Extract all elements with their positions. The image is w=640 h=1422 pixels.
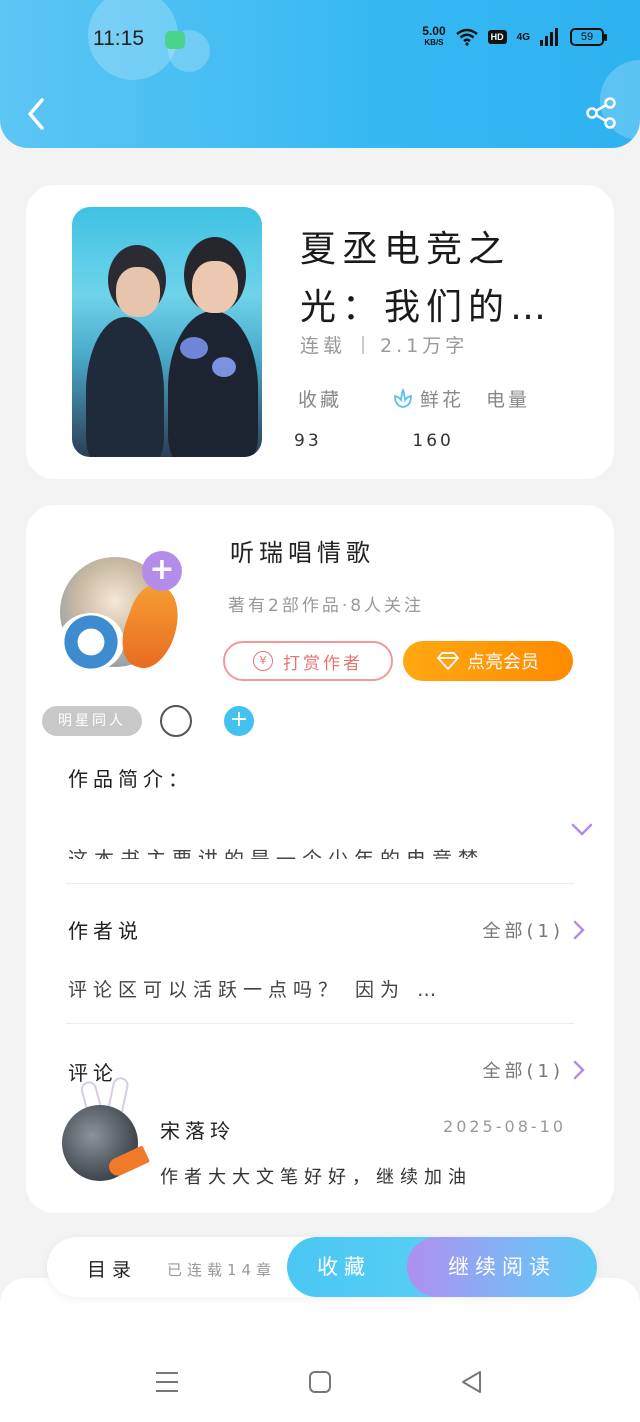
tag-chip[interactable]: 明星同人: [42, 706, 142, 736]
collect-stat-value: 93: [294, 431, 322, 451]
author-info: 著有2部作品·8人关注: [228, 596, 425, 616]
vip-button-label: 点亮会员: [467, 652, 539, 673]
intro-text: 这本书主要讲的是一个少年的电竞梦: [68, 847, 484, 859]
cover-figure: [168, 311, 258, 457]
tag-row: 明星同人 +: [42, 705, 254, 737]
wifi-icon: [455, 28, 478, 46]
home-icon[interactable]: [308, 1370, 332, 1394]
chevron-right-icon: [573, 1060, 585, 1080]
share-icon[interactable]: [584, 96, 618, 130]
notification-app-icon: [165, 31, 185, 49]
network-type: 4G: [516, 31, 530, 43]
flower-icon: [394, 387, 412, 408]
commenter-name[interactable]: 宋落玲: [160, 1115, 235, 1144]
detail-card: + 听瑞唱情歌 著有2部作品·8人关注 ¥ 打赏作者 点亮会员 明星同人 + 作…: [26, 505, 614, 1213]
nav-back-icon[interactable]: [460, 1370, 484, 1394]
flower-stat-value: 160: [412, 431, 454, 451]
empty-tag-circle[interactable]: [160, 705, 192, 737]
vip-button[interactable]: 点亮会员: [403, 641, 573, 681]
system-nav-bar: [0, 1358, 640, 1408]
cover-figure: [192, 261, 238, 313]
network-speed: 5.00 KB/S: [422, 24, 446, 48]
status-time: 11:15: [93, 27, 144, 50]
action-bar: 目录 已连载14章 收藏 继续阅读: [47, 1237, 597, 1297]
power-stat-label[interactable]: 电量: [486, 385, 530, 412]
signal-icon: [540, 28, 558, 46]
reward-author-button[interactable]: ¥ 打赏作者: [223, 641, 393, 681]
status-icons: 5.00 KB/S HD 4G 59: [422, 24, 607, 48]
author-name[interactable]: 听瑞唱情歌: [230, 533, 375, 568]
network-speed-unit: KB/S: [424, 38, 444, 47]
comment-text[interactable]: 作者大大文笔好好，继续加油: [160, 1163, 472, 1189]
author-say-all-label: 全部(1): [482, 921, 564, 942]
comment-date: 2025-08-10: [443, 1117, 566, 1136]
collect-stat-label: 收藏: [298, 389, 343, 411]
meta-divider: [362, 335, 365, 354]
book-stats-values: 93 160: [294, 431, 454, 451]
book-status: 连载: [300, 335, 347, 357]
flower-stat[interactable]: 鲜花: [392, 385, 464, 412]
section-divider: [66, 1023, 574, 1024]
reward-author-label: 打赏作者: [283, 653, 363, 674]
book-word-count: 2.1万字: [380, 335, 469, 357]
menu-icon[interactable]: [155, 1370, 179, 1394]
hd-badge: HD: [487, 30, 507, 44]
follow-author-button[interactable]: +: [142, 551, 182, 591]
author-say-all-link[interactable]: 全部(1): [483, 917, 587, 943]
section-divider: [66, 883, 574, 884]
book-title: 夏丞电竞之光：我们的电竞梦: [300, 229, 553, 328]
flower-stat-label: 鲜花: [420, 389, 465, 411]
back-icon[interactable]: [22, 94, 52, 134]
yen-icon: ¥: [253, 651, 273, 671]
app-header: 11:15 5.00 KB/S HD 4G 59: [0, 0, 640, 148]
intro-title: 作品简介：: [68, 767, 193, 791]
cover-figure: [212, 357, 236, 377]
add-tag-button[interactable]: +: [224, 706, 254, 736]
battery-icon: 59: [570, 28, 607, 46]
diamond-icon: [437, 652, 459, 670]
chevron-down-icon[interactable]: [570, 822, 594, 838]
cover-figure: [86, 317, 164, 457]
continue-reading-button[interactable]: 继续阅读: [407, 1237, 597, 1297]
cover-figure: [116, 267, 160, 317]
comments-all-link[interactable]: 全部(1): [483, 1057, 587, 1083]
network-speed-value: 5.00: [422, 24, 446, 38]
cover-figure: [180, 337, 208, 359]
book-info-card: 夏丞电竞之光：我们的电竞梦 连载 2.1万字 收藏 鲜花 电量 93 160: [26, 185, 614, 479]
serial-status: 已连载14章: [167, 1261, 277, 1279]
author-say-title: 作者说: [68, 919, 143, 943]
comments-all-label: 全部(1): [482, 1061, 564, 1082]
book-stats-labels: 收藏 鲜花 电量: [298, 385, 530, 412]
avatar-wave-decoration: [58, 613, 124, 671]
book-cover[interactable]: [72, 207, 262, 457]
chevron-right-icon: [573, 920, 585, 940]
book-meta: 连载 2.1万字: [300, 331, 468, 358]
author-say-text[interactable]: 评论区可以活跃一点吗？ 因为 …: [68, 975, 442, 1002]
toc-button[interactable]: 目录: [87, 1255, 137, 1282]
